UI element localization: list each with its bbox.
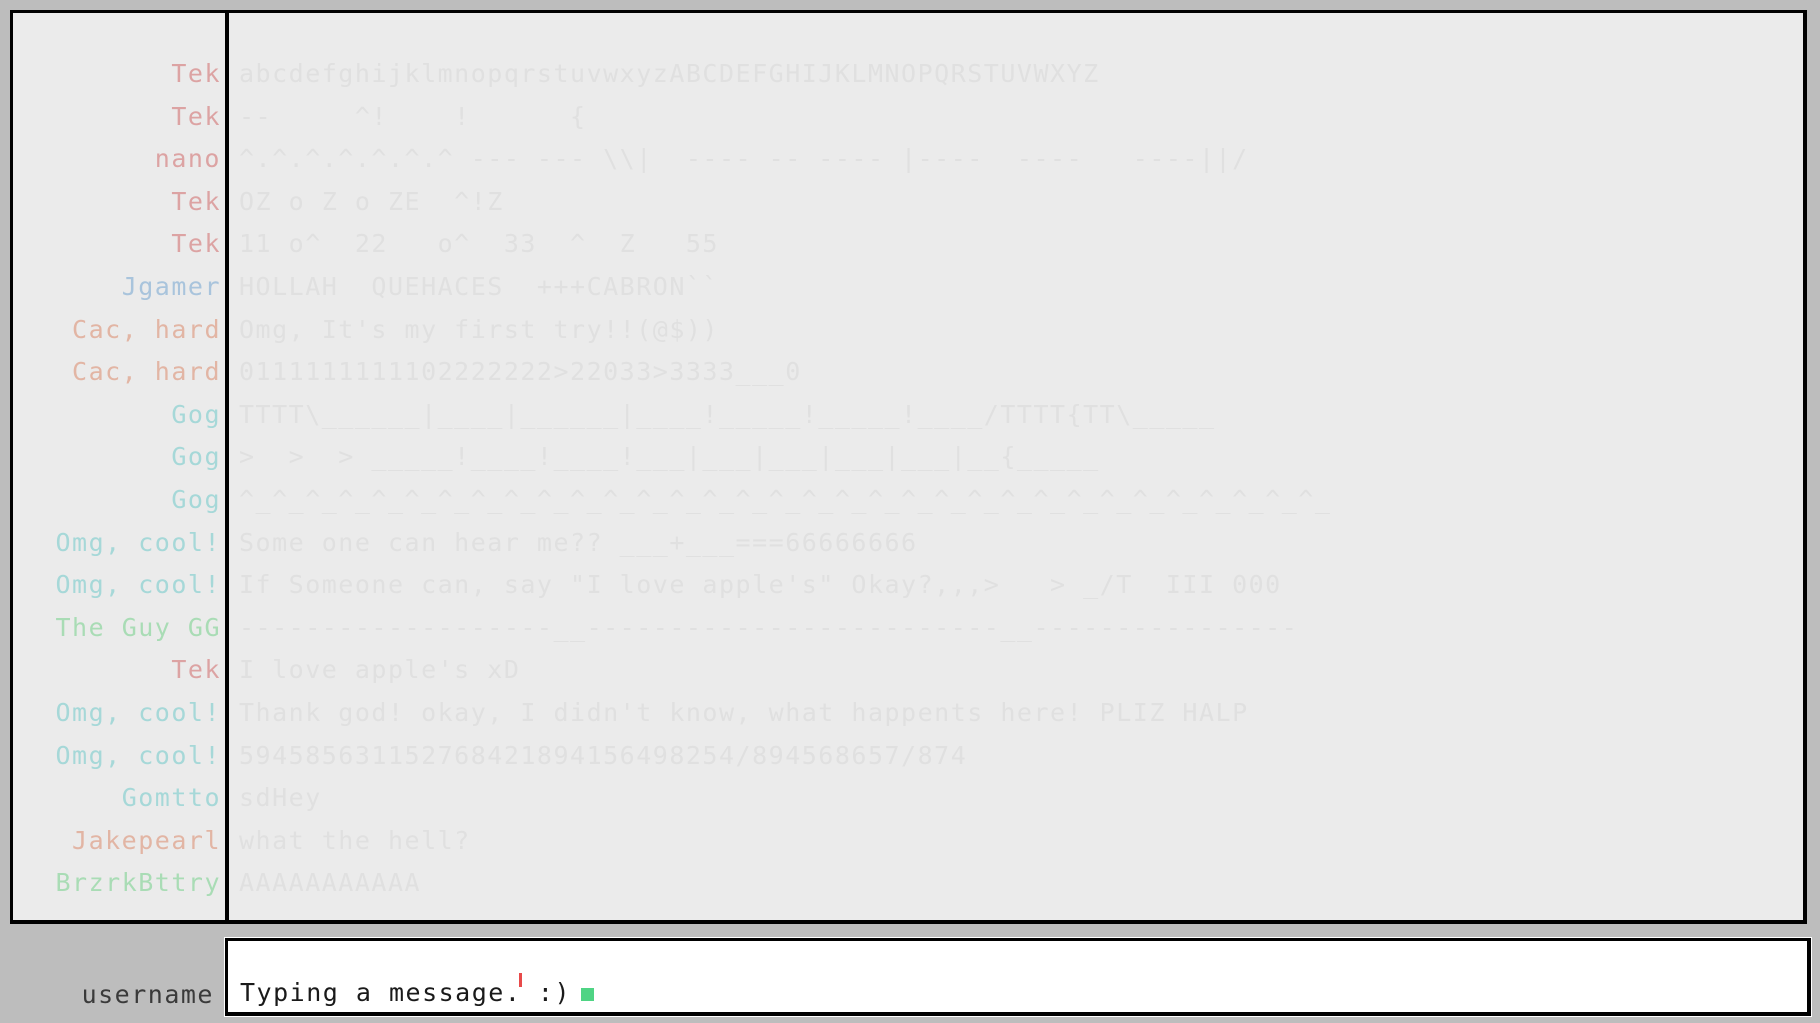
message-text: 594585631152768421894156498254/894568657…	[239, 740, 968, 770]
message-row: Gog ^_^_^_^_^_^_^_^_^_^_^_^_^_^_^_^_^_^_^…	[13, 479, 1803, 522]
message-author: Tek	[171, 101, 221, 131]
message-author: BrzrkBttry	[55, 868, 221, 898]
message-text: Some one can hear me?? ___+___===6666666…	[239, 527, 918, 557]
message-row: Jakepearl what the hell?	[13, 820, 1803, 863]
message-text: 11 o^ 22 o^ 33 ^ Z 55	[239, 229, 719, 259]
message-author: nano	[154, 144, 221, 174]
message-row: Omg, cool! Some one can hear me?? ___+___…	[13, 522, 1803, 565]
message-row: The Guy GG -------------------__---------…	[13, 607, 1803, 650]
message-author: Tek	[171, 186, 221, 216]
message-author: Gog	[171, 484, 221, 514]
message-author: Jgamer	[121, 271, 221, 301]
message-row: Jgamer HOLLAH QUEHACES +++CABRON``	[13, 266, 1803, 309]
message-text: If Someone can, say "I love apple's" Oka…	[239, 570, 1282, 600]
message-text: abcdefghijklmnopqrstuvwxyzABCDEFGHIJKLMN…	[239, 59, 1100, 88]
message-text: -- ^! ! {	[239, 101, 587, 131]
message-row: BrzrkBttry AAAAAAAAAAA	[13, 862, 1803, 905]
message-text: what the hell?	[239, 825, 471, 855]
message-list: Tek abcdefghijklmnopqrstuvwxyzABCDEFGHIJK…	[13, 53, 1803, 905]
message-row: Cac, hard 0111111111102222222>22033>3333_…	[13, 351, 1803, 394]
message-text: 0111111111102222222>22033>3333___0	[239, 357, 802, 387]
message-author: Tek	[171, 655, 221, 685]
message-row: Cac, hard Omg, It's my first try!!(@$))	[13, 309, 1803, 352]
message-text: TTTT\______|____|______|____!_____!_____…	[239, 399, 1216, 429]
message-author: Gog	[171, 442, 221, 472]
message-input-text[interactable]: Typing a message. :)	[240, 976, 595, 1010]
message-text: AAAAAAAAAAA	[239, 868, 422, 898]
message-author: Omg, cool!	[55, 697, 221, 727]
message-author: Omg, cool!	[55, 527, 221, 557]
message-author: Cac, hard	[72, 314, 221, 344]
message-row: Gog TTTT\______|____|______|____!_____!__…	[13, 394, 1803, 437]
message-author: Cac, hard	[72, 357, 221, 387]
message-row: Omg, cool! If Someone can, say "I love ap…	[13, 564, 1803, 607]
chat-app: Tek abcdefghijklmnopqrstuvwxyzABCDEFGHIJK…	[0, 0, 1820, 1023]
input-username-label: username	[81, 980, 214, 1009]
message-author: Tek	[171, 229, 221, 259]
message-text: Omg, It's my first try!!(@$))	[239, 314, 719, 344]
message-row: Tek 11 o^ 22 o^ 33 ^ Z 55	[13, 223, 1803, 266]
message-author: Omg, cool!	[55, 570, 221, 600]
message-row: nano ^.^.^.^.^.^.^ --- --- \\| ---- -- --…	[13, 138, 1803, 181]
message-author: Omg, cool!	[55, 740, 221, 770]
text-caret	[581, 987, 595, 1001]
message-text: HOLLAH QUEHACES +++CABRON``	[239, 271, 719, 301]
message-row: Omg, cool! Thank god! okay, I didn't know…	[13, 692, 1803, 735]
message-author: Gog	[171, 399, 221, 429]
message-author: The Guy GG	[55, 612, 221, 642]
message-text: I love apple's xD	[239, 655, 521, 685]
message-input[interactable]: Typing a message. :)	[224, 937, 1812, 1017]
message-text: sdHey	[239, 783, 322, 813]
message-row: Gog > > > _____!____!____!___|___|___|___…	[13, 436, 1803, 479]
message-row: Tek -- ^! ! {	[13, 96, 1803, 139]
cursor-marker	[519, 973, 522, 987]
message-author: Gomtto	[121, 783, 221, 813]
message-row: Gomtto sdHey	[13, 777, 1803, 820]
message-row: Tek OZ o Z o ZE ^!Z	[13, 181, 1803, 224]
message-row: Tek abcdefghijklmnopqrstuvwxyzABCDEFGHIJK…	[13, 53, 1803, 96]
message-row: Omg, cool! 594585631152768421894156498254…	[13, 735, 1803, 778]
message-text: > > > _____!____!____!___|___|___|___|__…	[239, 442, 1100, 472]
message-text: ^_^_^_^_^_^_^_^_^_^_^_^_^_^_^_^_^_^_^_^_…	[239, 484, 1332, 514]
message-text: OZ o Z o ZE ^!Z	[239, 186, 504, 216]
message-text: Thank god! okay, I didn't know, what hap…	[239, 697, 1249, 727]
message-text: ^.^.^.^.^.^.^ --- --- \\| ---- -- ---- |…	[239, 144, 1249, 174]
message-author: Tek	[171, 59, 221, 88]
message-text: -------------------__-------------------…	[239, 612, 1299, 642]
message-row: Tek I love apple's xD	[13, 649, 1803, 692]
message-author: Jakepearl	[72, 825, 221, 855]
chat-log-panel[interactable]: Tek abcdefghijklmnopqrstuvwxyzABCDEFGHIJK…	[10, 10, 1807, 924]
